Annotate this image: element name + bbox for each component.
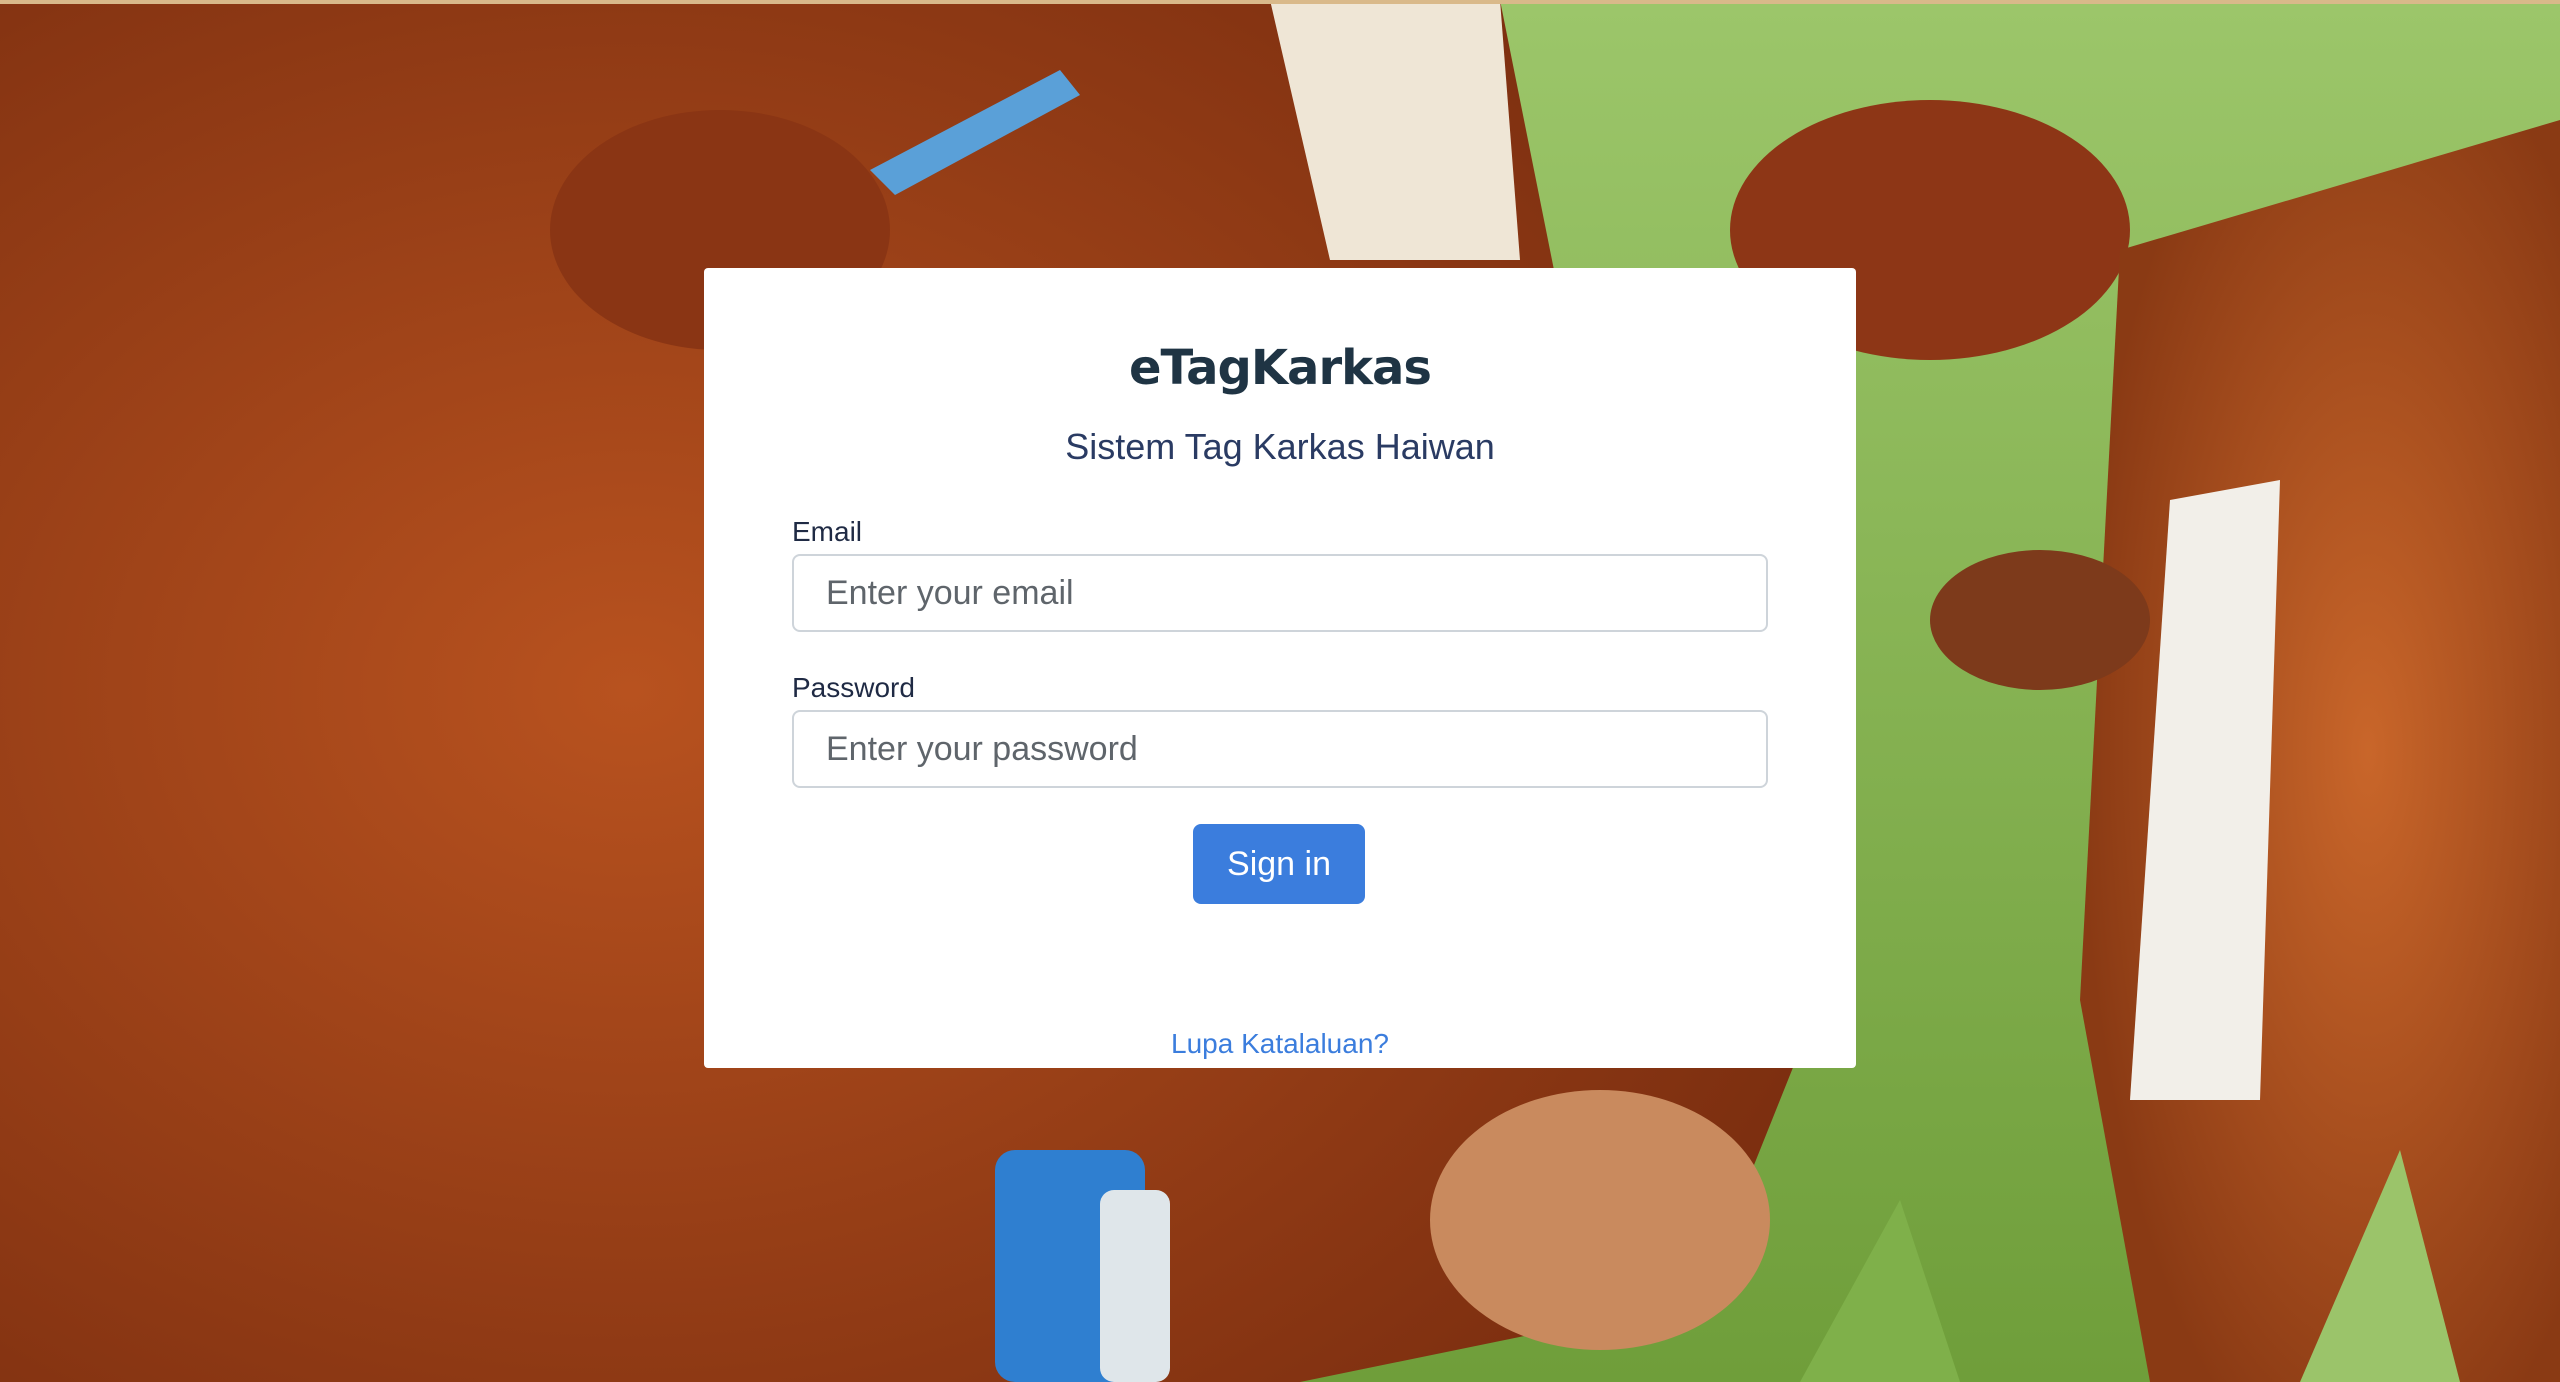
email-input[interactable] (792, 554, 1768, 632)
sign-in-button[interactable]: Sign in (1193, 824, 1365, 904)
top-border (0, 0, 2560, 4)
email-label: Email (792, 516, 863, 547)
brand-title: eTagKarkas (1129, 340, 1432, 396)
password-label: Password (792, 672, 915, 703)
password-input[interactable] (792, 710, 1768, 788)
forgot-password-link[interactable]: Lupa Katalaluan? (704, 1028, 1856, 1060)
app-subtitle: Sistem Tag Karkas Haiwan (1065, 426, 1495, 467)
login-card: eTagKarkas Sistem Tag Karkas Haiwan Emai… (704, 268, 1856, 1068)
